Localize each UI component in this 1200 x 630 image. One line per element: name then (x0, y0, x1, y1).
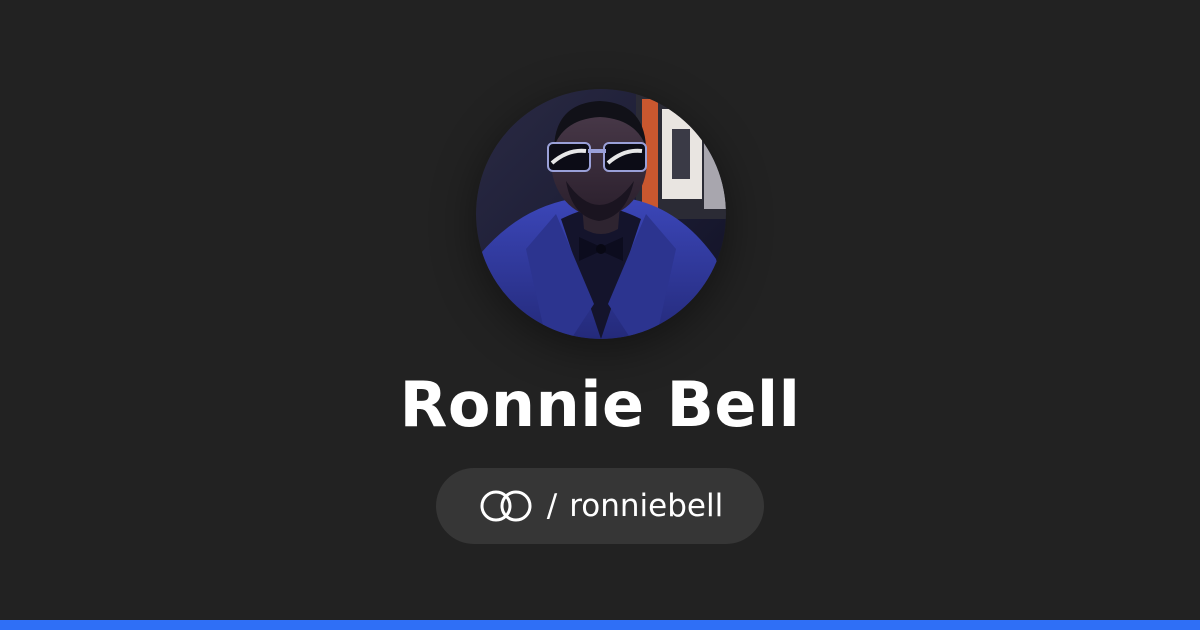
avatar-photo (476, 89, 726, 339)
accent-bar (0, 620, 1200, 630)
link-rings-icon (480, 490, 532, 522)
profile-name: Ronnie Bell (399, 368, 801, 441)
handle-link-button[interactable]: / ronniebell (436, 468, 764, 544)
handle-username: ronniebell (569, 488, 724, 524)
profile-card: Ronnie Bell / ronniebell (0, 0, 1200, 630)
handle-separator: / (546, 488, 558, 524)
avatar (476, 89, 726, 339)
